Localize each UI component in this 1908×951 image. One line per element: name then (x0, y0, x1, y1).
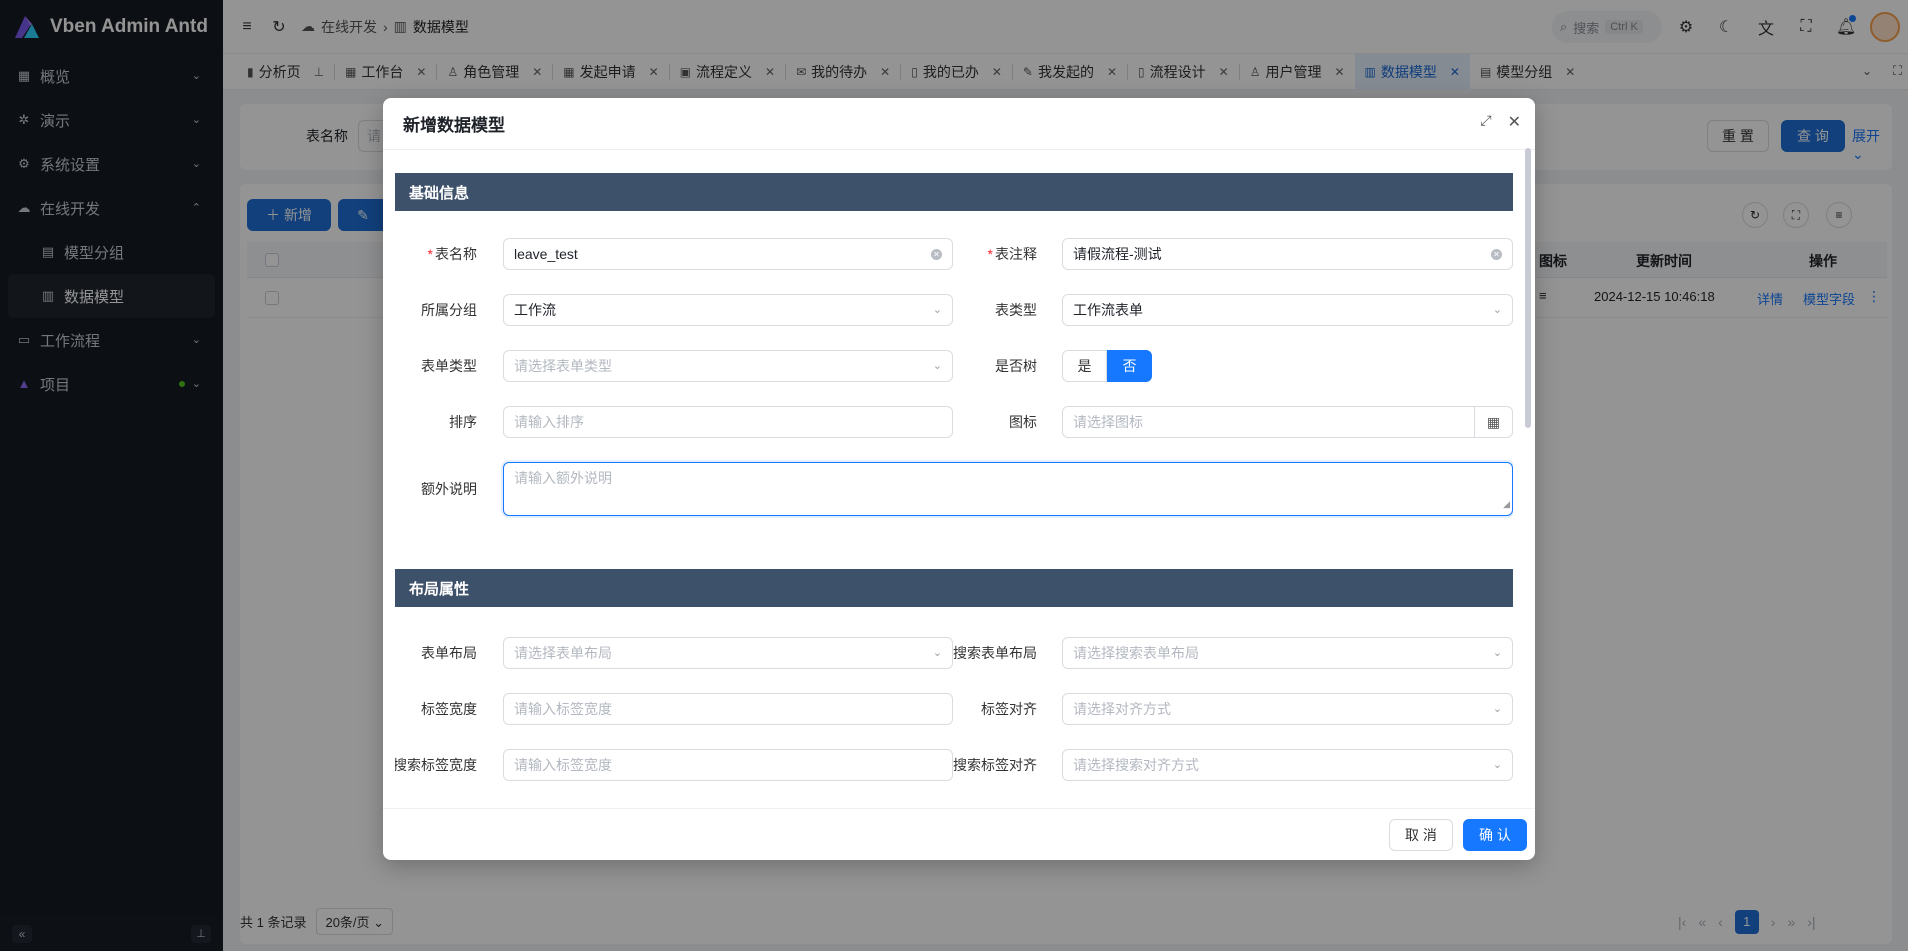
add-data-model-modal: 新增数据模型 ⤢ ✕ 基础信息 * 表名称 leave_test ✕ * 表注释 请… (383, 98, 1535, 860)
select-value: 工作流 (514, 302, 556, 318)
search-label-align-select[interactable]: 请选择搜索对齐方式 ⌄ (1062, 749, 1513, 781)
select-placeholder: 请选择表单布局 (514, 645, 612, 661)
form-row: 搜索标签宽度 请输入标签宽度 搜索标签对齐 请选择搜索对齐方式 ⌄ (395, 749, 1513, 781)
form-row: * 表名称 leave_test ✕ * 表注释 请假流程-测试 ✕ (395, 238, 1513, 270)
modal-title: 新增数据模型 (403, 116, 505, 135)
remark-textarea[interactable]: 请输入额外说明 ◢ (503, 462, 1513, 516)
cancel-button[interactable]: 取 消 (1389, 819, 1453, 851)
input-placeholder: 请输入额外说明 (514, 470, 612, 486)
modal-footer: 取 消 确 认 (383, 808, 1535, 860)
confirm-button[interactable]: 确 认 (1463, 819, 1527, 851)
form-row: 排序 请输入排序 图标 请选择图标 ▦ (395, 406, 1513, 438)
group-select[interactable]: 工作流 ⌄ (503, 294, 953, 326)
form-row: 所属分组 工作流 ⌄ 表类型 工作流表单 ⌄ (395, 294, 1513, 326)
form-row: 额外说明 请输入额外说明 ◢ (395, 462, 1513, 516)
field-label: 图标 (1009, 414, 1037, 430)
sort-input[interactable]: 请输入排序 (503, 406, 953, 438)
field-label: 排序 (449, 414, 477, 430)
field-label: 搜索标签宽度 (395, 757, 477, 773)
field-label: * 表名称 (427, 246, 477, 262)
chevron-down-icon: ⌄ (1492, 304, 1502, 316)
label-width-input[interactable]: 请输入标签宽度 (503, 693, 953, 725)
chevron-down-icon: ⌄ (1492, 759, 1502, 771)
field-label: 表单布局 (421, 645, 477, 661)
select-value: 工作流表单 (1073, 302, 1143, 318)
select-placeholder: 请选择搜索表单布局 (1073, 645, 1199, 661)
select-placeholder: 请选择搜索对齐方式 (1073, 757, 1199, 773)
form-row: 表单类型 请选择表单类型 ⌄ 是否树 是 否 (395, 350, 1513, 382)
maximize-icon[interactable]: ⤢ (1480, 112, 1491, 132)
input-value: 请假流程-测试 (1073, 246, 1162, 262)
table-comment-input[interactable]: 请假流程-测试 ✕ (1062, 238, 1513, 270)
field-label: 是否树 (995, 358, 1037, 374)
is-tree-radio-group: 是 否 (1062, 350, 1152, 382)
field-label: 表类型 (995, 302, 1037, 318)
field-label: 所属分组 (421, 302, 477, 318)
modal-body: 基础信息 * 表名称 leave_test ✕ * 表注释 请假流程-测试 ✕ 所属… (395, 150, 1513, 808)
form-layout-select[interactable]: 请选择表单布局 ⌄ (503, 637, 953, 669)
icon-picker-input[interactable]: 请选择图标 ▦ (1062, 406, 1513, 438)
field-label: 表单类型 (421, 358, 477, 374)
chevron-down-icon: ⌄ (1492, 703, 1502, 715)
select-placeholder: 请选择对齐方式 (1073, 701, 1171, 717)
input-placeholder: 请选择图标 (1073, 414, 1143, 430)
form-type-select[interactable]: 请选择表单类型 ⌄ (503, 350, 953, 382)
icon-picker-grid-icon[interactable]: ▦ (1474, 407, 1512, 437)
field-label: 搜索表单布局 (953, 645, 1037, 661)
chevron-down-icon: ⌄ (1492, 647, 1502, 659)
radio-yes[interactable]: 是 (1062, 350, 1107, 382)
field-label: * 表注释 (987, 246, 1037, 262)
close-icon[interactable]: ✕ (1508, 112, 1521, 132)
form-row: 表单布局 请选择表单布局 ⌄ 搜索表单布局 请选择搜索表单布局 ⌄ (395, 637, 1513, 669)
table-type-select[interactable]: 工作流表单 ⌄ (1062, 294, 1513, 326)
select-placeholder: 请选择表单类型 (514, 358, 612, 374)
modal-controls: ⤢ ✕ (1480, 112, 1521, 132)
field-label: 标签宽度 (421, 701, 477, 717)
section-basic-info: 基础信息 (395, 173, 1513, 211)
field-label: 搜索标签对齐 (953, 757, 1037, 773)
input-value: leave_test (514, 246, 578, 262)
input-placeholder: 请输入标签宽度 (514, 757, 612, 773)
input-placeholder: 请输入排序 (514, 414, 584, 430)
modal-scrollbar[interactable] (1525, 148, 1531, 428)
resize-handle-icon[interactable]: ◢ (1503, 493, 1510, 515)
input-placeholder: 请输入标签宽度 (514, 701, 612, 717)
field-label: 标签对齐 (981, 701, 1037, 717)
section-title: 基础信息 (409, 184, 470, 202)
section-title: 布局属性 (409, 580, 470, 598)
modal-header: 新增数据模型 (383, 98, 1535, 150)
table-name-input[interactable]: leave_test ✕ (503, 238, 953, 270)
field-label: 额外说明 (421, 481, 477, 497)
radio-no[interactable]: 否 (1107, 350, 1152, 382)
search-form-layout-select[interactable]: 请选择搜索表单布局 ⌄ (1062, 637, 1513, 669)
label-align-select[interactable]: 请选择对齐方式 ⌄ (1062, 693, 1513, 725)
clear-icon[interactable]: ✕ (1491, 249, 1502, 260)
form-row: 标签宽度 请输入标签宽度 标签对齐 请选择对齐方式 ⌄ (395, 693, 1513, 725)
section-layout: 布局属性 (395, 569, 1513, 607)
search-label-width-input[interactable]: 请输入标签宽度 (503, 749, 953, 781)
